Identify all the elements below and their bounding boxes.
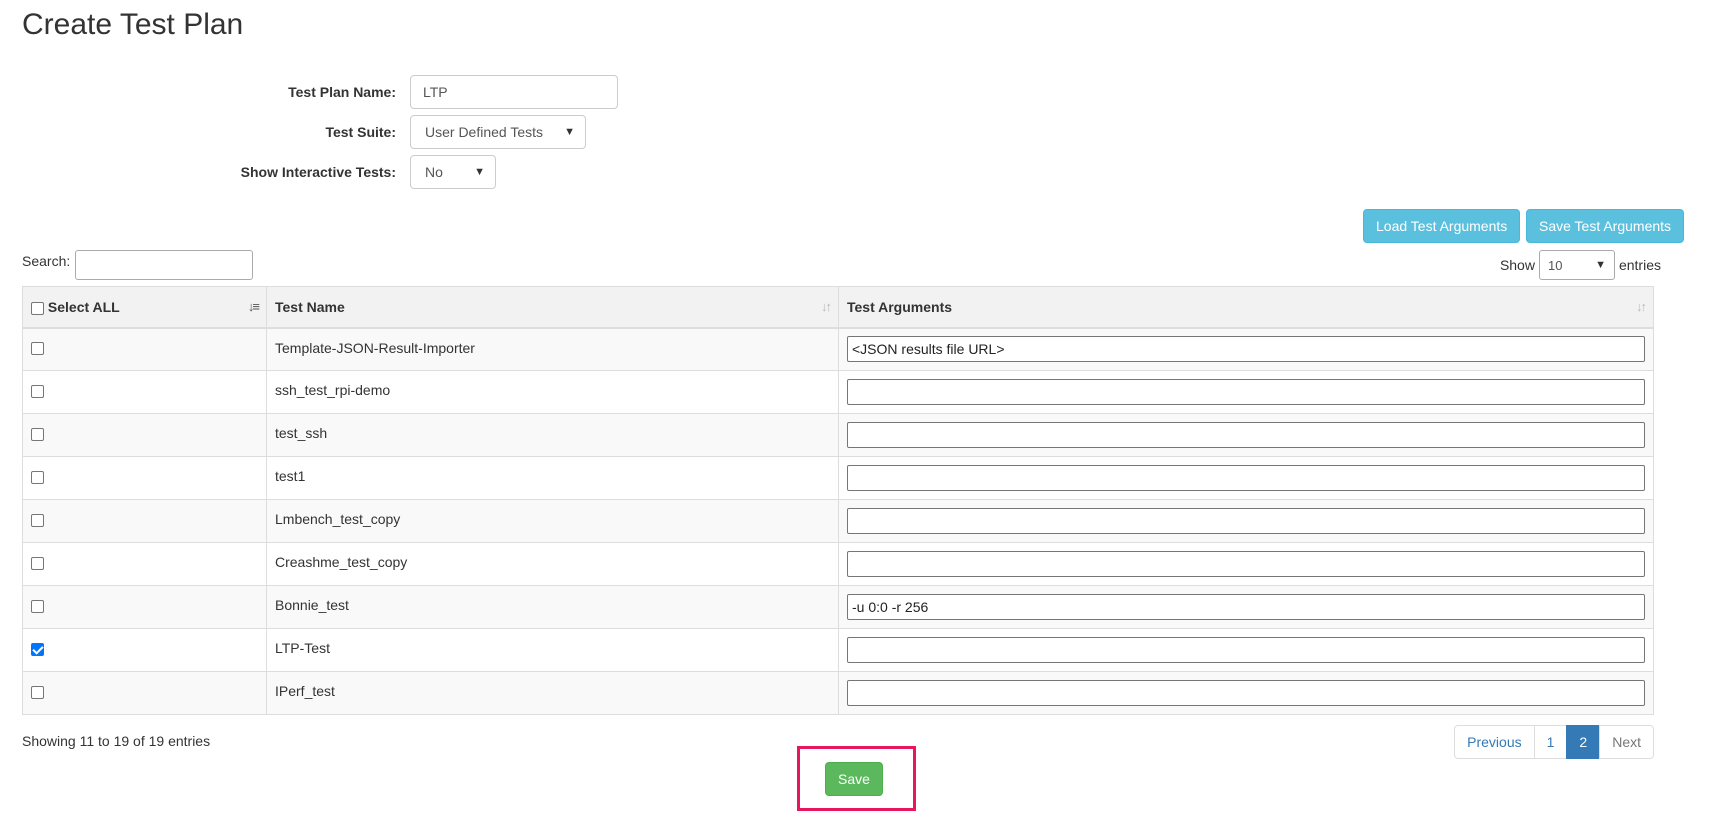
page-length-value: 10 — [1547, 257, 1563, 273]
test-arguments-cell — [838, 671, 1654, 715]
row-select-cell — [22, 370, 267, 414]
test-name-cell: Lmbench_test_copy — [266, 499, 839, 543]
select-all-header[interactable]: Select ALL ↓≡ — [22, 286, 267, 329]
row-select-cell — [22, 542, 267, 586]
test-arguments-header[interactable]: Test Arguments ↓↑ — [838, 286, 1654, 329]
test-arguments-cell — [838, 628, 1654, 672]
search-label: Search: — [22, 253, 71, 269]
sort-icon[interactable]: ↓↑ — [1636, 299, 1647, 314]
show-label: Show — [1499, 257, 1535, 273]
select-all-label: Select ALL — [47, 298, 120, 315]
test-suite-value: User Defined Tests — [425, 124, 544, 140]
test-suite-select[interactable]: User Defined Tests ▼ — [410, 115, 586, 149]
test-arguments-cell — [838, 456, 1654, 500]
test-name-cell: test1 — [266, 456, 839, 500]
test-arguments-input[interactable] — [847, 465, 1645, 491]
row-select-cell — [22, 628, 267, 672]
table-row: Creashme_test_copy — [22, 542, 1654, 586]
test-name-cell: ssh_test_rpi-demo — [266, 370, 839, 414]
interactive-row: Show Interactive Tests: No ▼ — [0, 155, 496, 189]
test-name-header[interactable]: Test Name ↓↑ — [266, 286, 839, 329]
test-arguments-cell — [838, 413, 1654, 457]
row-checkbox[interactable] — [31, 642, 44, 656]
pagination: Previous 1 2 Next — [1454, 725, 1654, 759]
test-name-cell: Template-JSON-Result-Importer — [266, 327, 839, 371]
table-row: Bonnie_test — [22, 585, 1654, 629]
entries-label: entries — [1618, 257, 1661, 273]
table-row: Template-JSON-Result-Importer — [22, 327, 1654, 371]
test-suite-label: Test Suite: — [325, 124, 396, 140]
test-name-cell: LTP-Test — [266, 628, 839, 672]
test-suite-row: Test Suite: User Defined Tests ▼ — [0, 115, 586, 149]
row-select-cell — [22, 499, 267, 543]
chevron-down-icon: ▼ — [474, 166, 485, 178]
sort-icon[interactable]: ↓↑ — [821, 299, 832, 314]
row-select-cell — [22, 671, 267, 715]
page-title: Create Test Plan — [22, 8, 244, 41]
interactive-value: No — [425, 164, 443, 180]
test-arguments-input[interactable] — [847, 508, 1645, 534]
row-checkbox[interactable] — [31, 470, 44, 484]
interactive-label: Show Interactive Tests: — [240, 164, 396, 180]
table-row: test1 — [22, 456, 1654, 500]
table-row: LTP-Test — [22, 628, 1654, 672]
row-select-cell — [22, 585, 267, 629]
sort-desc-icon[interactable]: ↓≡ — [248, 299, 260, 314]
load-test-arguments-button[interactable]: Load Test Arguments — [1363, 209, 1521, 243]
save-button[interactable]: Save — [825, 762, 883, 796]
page-1-button[interactable]: 1 — [1533, 725, 1568, 759]
table-row: Lmbench_test_copy — [22, 499, 1654, 543]
select-all-checkbox[interactable] — [31, 301, 44, 315]
test-arguments-input[interactable] — [847, 551, 1645, 577]
row-checkbox[interactable] — [31, 427, 44, 441]
row-checkbox[interactable] — [31, 556, 44, 570]
previous-page-button[interactable]: Previous — [1454, 725, 1535, 759]
test-name-cell: test_ssh — [266, 413, 839, 457]
test-name-cell: IPerf_test — [266, 671, 839, 715]
table-row: test_ssh — [22, 413, 1654, 457]
row-select-cell — [22, 456, 267, 500]
row-checkbox[interactable] — [31, 384, 44, 398]
table-info: Showing 11 to 19 of 19 entries — [22, 733, 211, 749]
row-checkbox[interactable] — [31, 685, 44, 699]
test-arguments-input[interactable] — [847, 637, 1645, 663]
table-row: IPerf_test — [22, 671, 1654, 715]
test-name-column-label: Test Name — [275, 298, 345, 315]
chevron-down-icon: ▼ — [1595, 259, 1606, 271]
search-input[interactable] — [75, 250, 254, 280]
test-arguments-input[interactable] — [847, 594, 1645, 620]
row-checkbox[interactable] — [31, 599, 44, 613]
test-arguments-cell — [838, 499, 1654, 543]
plan-name-label: Test Plan Name: — [288, 84, 396, 100]
test-arguments-cell — [838, 370, 1654, 414]
test-arguments-input[interactable] — [847, 422, 1645, 448]
plan-name-input[interactable] — [410, 75, 618, 109]
save-test-arguments-button[interactable]: Save Test Arguments — [1526, 209, 1685, 243]
interactive-select[interactable]: No ▼ — [410, 155, 496, 189]
next-page-button[interactable]: Next — [1599, 725, 1654, 759]
row-select-cell — [22, 413, 267, 457]
test-name-cell: Bonnie_test — [266, 585, 839, 629]
page-length-select[interactable]: 10 ▼ — [1538, 250, 1615, 280]
test-table: Select ALL ↓≡ Test Name ↓↑ Test Argument… — [22, 286, 1654, 715]
test-arguments-cell — [838, 542, 1654, 586]
row-checkbox[interactable] — [31, 513, 44, 527]
test-arguments-cell — [838, 585, 1654, 629]
page-2-button[interactable]: 2 — [1566, 725, 1601, 759]
test-name-cell: Creashme_test_copy — [266, 542, 839, 586]
page-length-control: Show 10 ▼ entries — [1500, 250, 1661, 280]
test-arguments-cell — [838, 327, 1654, 371]
test-arguments-column-label: Test Arguments — [847, 298, 953, 315]
plan-name-row: Test Plan Name: — [0, 75, 618, 109]
table-row: ssh_test_rpi-demo — [22, 370, 1654, 414]
search-area: Search: — [22, 250, 254, 280]
chevron-down-icon: ▼ — [564, 126, 575, 138]
test-arguments-input[interactable] — [847, 680, 1645, 706]
row-select-cell — [22, 327, 267, 371]
table-header: Select ALL ↓≡ Test Name ↓↑ Test Argument… — [22, 286, 1654, 329]
test-arguments-input[interactable] — [847, 379, 1645, 405]
row-checkbox[interactable] — [31, 342, 44, 356]
test-arguments-input[interactable] — [847, 336, 1645, 363]
